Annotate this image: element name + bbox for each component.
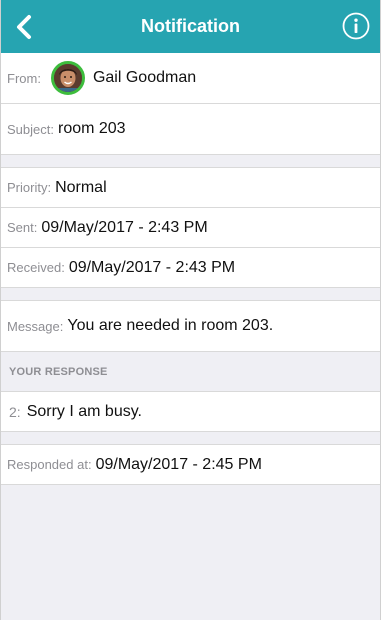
sent-row: Sent: 09/May/2017 - 2:43 PM <box>1 208 380 248</box>
from-label: From: <box>7 70 41 86</box>
navigation-bar: Notification <box>1 0 380 53</box>
responded-label: Responded at: <box>7 457 92 472</box>
sent-label: Sent: <box>7 220 38 235</box>
sender-photo <box>53 64 82 92</box>
priority-value: Normal <box>55 178 107 196</box>
info-button[interactable] <box>342 12 370 40</box>
page-title: Notification <box>141 16 240 36</box>
response-index: 2: <box>9 403 21 420</box>
chevron-left-icon <box>17 15 31 39</box>
responded-row: Responded at: 09/May/2017 - 2:45 PM <box>1 445 380 485</box>
subject-row: Subject: room 203 <box>1 104 380 155</box>
back-button[interactable] <box>13 14 35 40</box>
section-divider <box>1 432 380 445</box>
info-circle-icon <box>342 12 370 40</box>
notification-screen: Notification From: Gail Goodman Subject:… <box>0 0 381 620</box>
response-row: 2: Sorry I am busy. <box>1 392 380 432</box>
received-row: Received: 09/May/2017 - 2:43 PM <box>1 248 380 288</box>
response-value: Sorry I am busy. <box>26 402 142 420</box>
received-label: Received: <box>7 260 65 275</box>
avatar <box>50 61 85 95</box>
message-label: Message: <box>7 318 64 334</box>
received-value: 09/May/2017 - 2:43 PM <box>68 258 236 276</box>
subject-value: room 203 <box>57 120 126 137</box>
priority-row: Priority: Normal <box>1 168 380 208</box>
subject-label: Subject: <box>7 121 54 137</box>
sent-value: 09/May/2017 - 2:43 PM <box>41 218 208 236</box>
priority-label: Priority: <box>7 180 52 195</box>
from-row: From: Gail Goodman <box>1 53 380 104</box>
your-response-header: YOUR RESPONSE <box>1 352 380 392</box>
responded-value: 09/May/2017 - 2:45 PM <box>95 455 262 473</box>
message-value: You are needed in room 203. <box>67 317 274 334</box>
message-row: Message: You are needed in room 203. <box>1 301 380 352</box>
section-divider <box>1 288 380 301</box>
sender-name: Gail Goodman <box>92 69 197 86</box>
section-divider <box>1 155 380 168</box>
